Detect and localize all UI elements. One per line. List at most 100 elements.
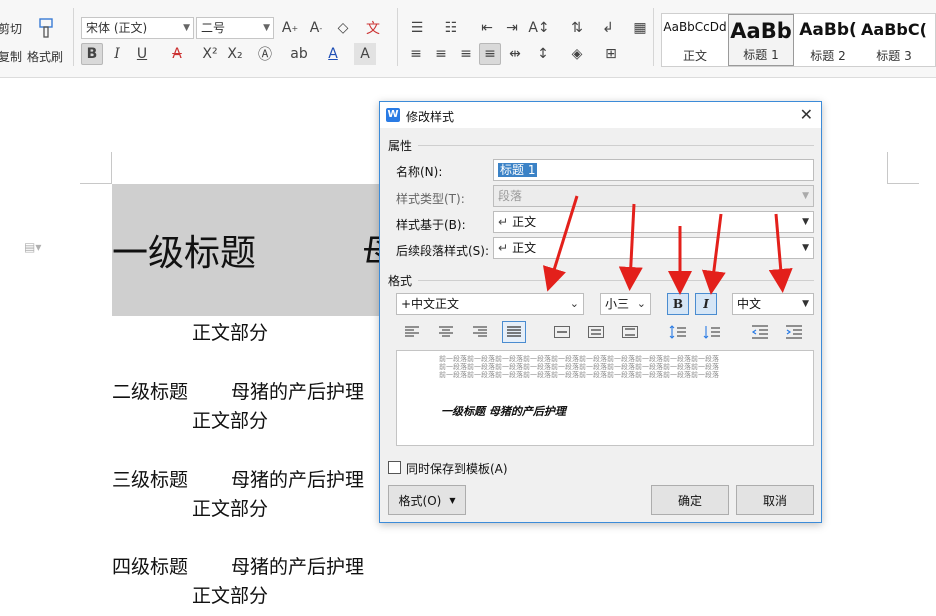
heading2-level[interactable]: 二级标题 (112, 377, 188, 404)
following-style-label: 后续段落样式(S): (396, 244, 490, 258)
align-left-icon[interactable] (400, 321, 424, 343)
body-text[interactable]: 正文部分 (192, 406, 268, 433)
subscript-icon[interactable]: X₂ (224, 43, 246, 65)
cut-button[interactable]: 剪切 (0, 20, 22, 37)
document-icon[interactable]: ▤▾ (24, 240, 41, 254)
format-section-title: 格式 (388, 274, 413, 288)
style-normal[interactable]: AaBbCcDd 正文 (662, 14, 728, 66)
preview-previous-paragraph: 前一段落前一段落前一段落前一段落前一段落前一段落前一段落前一段落前一段落前一段落 (439, 355, 719, 363)
style-heading-2-preview: AaBb( (799, 20, 857, 40)
char-shading-icon[interactable]: A (354, 43, 376, 65)
font-name-value: 宋体 (正文) (86, 21, 148, 35)
heading1-text[interactable]: 一级标题 (112, 224, 256, 276)
heading1-tail-text[interactable]: 母 (362, 224, 380, 276)
shading-icon[interactable]: ◈ (566, 43, 588, 65)
body-text[interactable]: 正文部分 (192, 581, 268, 608)
justify-icon[interactable] (502, 321, 526, 343)
chevron-down-icon: ▼ (802, 299, 809, 309)
italic-toggle[interactable]: I (695, 293, 717, 315)
style-heading-2[interactable]: AaBb( 标题 2 (795, 14, 861, 66)
shrink-font-icon[interactable]: A- (305, 17, 327, 39)
highlight-icon[interactable]: ab (288, 43, 310, 65)
align-center-icon[interactable] (434, 321, 458, 343)
text-direction-icon[interactable]: A↕ (528, 17, 550, 39)
style-heading-1-name: 标题 1 (743, 48, 779, 62)
script-select[interactable]: 中文 ▼ (732, 293, 814, 315)
clear-format-icon[interactable]: ◇ (332, 17, 354, 39)
decrease-indent-icon[interactable]: ⇤ (476, 17, 498, 39)
preview-sample-text: 一级标题 母猪的产后护理 (441, 405, 566, 418)
style-normal-name: 正文 (682, 49, 707, 63)
sort-icon[interactable]: ⇅ (566, 17, 588, 39)
single-spacing-icon[interactable] (550, 321, 574, 343)
bold-toggle[interactable]: B (667, 293, 689, 315)
align-left-icon[interactable]: ≡ (405, 43, 427, 65)
align-center-icon[interactable]: ≡ (430, 43, 452, 65)
increase-indent-icon[interactable] (782, 321, 806, 343)
bold-icon[interactable]: B (81, 43, 103, 65)
body-text[interactable]: 正文部分 (192, 494, 268, 521)
save-to-template-checkbox[interactable] (388, 461, 401, 474)
dialog-titlebar[interactable]: W 修改样式 ✕ (380, 102, 821, 128)
save-to-template-label[interactable]: 同时保存到模板(A) (406, 460, 508, 477)
bullet-list-icon[interactable]: ☰ (406, 17, 428, 39)
font-color-icon[interactable]: A (322, 43, 344, 65)
font-name-select[interactable]: 宋体 (正文) ▼ (81, 17, 194, 39)
format-painter-icon[interactable] (34, 16, 58, 42)
close-icon[interactable]: ✕ (800, 105, 813, 124)
borders-icon[interactable]: ▦ (629, 17, 651, 39)
grow-font-icon[interactable]: A + (279, 17, 301, 39)
heading4-title[interactable]: 母猪的产后护理 (231, 552, 364, 579)
increase-indent-icon[interactable]: ⇥ (501, 17, 523, 39)
distribute-icon[interactable]: ⇹ (504, 43, 526, 65)
style-heading-1[interactable]: AaBb 标题 1 (728, 14, 794, 66)
decrease-spacing-icon[interactable] (700, 321, 724, 343)
phonetic-guide-icon[interactable]: 文 (360, 17, 386, 39)
italic-icon[interactable]: I (106, 43, 128, 65)
increase-spacing-before-icon[interactable] (666, 321, 690, 343)
format-painter-button[interactable]: 格式刷 (27, 48, 63, 65)
ok-button[interactable]: 确定 (651, 485, 729, 515)
font-select[interactable]: +中文正文 ⌄ (396, 293, 584, 315)
based-on-select[interactable]: ↵ 正文 ▼ (493, 211, 814, 233)
margin-mark (80, 183, 112, 184)
return-icon: ↵ (498, 241, 509, 255)
decrease-indent-icon[interactable] (748, 321, 772, 343)
cancel-button[interactable]: 取消 (736, 485, 814, 515)
style-heading-1-preview: AaBb (730, 19, 792, 43)
style-gallery: AaBbCcDd 正文 AaBb 标题 1 AaBb( 标题 2 AaBbC( … (661, 13, 936, 67)
heading3-level[interactable]: 三级标题 (112, 465, 188, 492)
heading3-title[interactable]: 母猪的产后护理 (231, 465, 364, 492)
double-spacing-icon[interactable] (618, 321, 642, 343)
table-borders-icon[interactable]: ⊞ (600, 43, 622, 65)
body-text[interactable]: 正文部分 (192, 318, 268, 345)
style-heading-3[interactable]: AaBbC( 标题 3 (861, 14, 927, 66)
following-style-select[interactable]: ↵ 正文 ▼ (493, 237, 814, 259)
heading2-title[interactable]: 母猪的产后护理 (231, 377, 364, 404)
margin-mark (111, 152, 112, 184)
dialog-title: 修改样式 (406, 110, 455, 124)
format-menu-button[interactable]: 格式(O) ▼ (388, 485, 466, 515)
numbered-list-icon[interactable]: ☷ (440, 17, 462, 39)
copy-button[interactable]: 复制 (0, 48, 22, 65)
superscript-icon[interactable]: X² (199, 43, 221, 65)
underline-icon[interactable]: U (131, 43, 153, 65)
style-name-input[interactable]: 标题 1 (493, 159, 814, 181)
style-heading-3-name: 标题 3 (876, 49, 912, 63)
align-right-icon[interactable]: ≡ (455, 43, 477, 65)
line-spacing-icon[interactable]: ↕ (532, 43, 554, 65)
justify-icon[interactable]: ≡ (479, 43, 501, 65)
heading4-level[interactable]: 四级标题 (112, 552, 188, 579)
size-select[interactable]: 小三 ⌄ (600, 293, 651, 315)
one-half-spacing-icon[interactable] (584, 321, 608, 343)
strikethrough-icon[interactable]: A (166, 43, 188, 65)
text-effect-icon[interactable]: Ⓐ (254, 43, 276, 65)
font-size-select[interactable]: 二号 ▼ (196, 17, 274, 39)
name-label: 名称(N): (396, 165, 443, 179)
show-hide-marks-icon[interactable]: ↲ (597, 17, 619, 39)
based-on-value: 正文 (512, 215, 537, 229)
wps-logo-icon: W (386, 108, 400, 122)
chevron-down-icon: ▼ (802, 243, 809, 253)
following-style-value: 正文 (512, 241, 537, 255)
align-right-icon[interactable] (468, 321, 492, 343)
